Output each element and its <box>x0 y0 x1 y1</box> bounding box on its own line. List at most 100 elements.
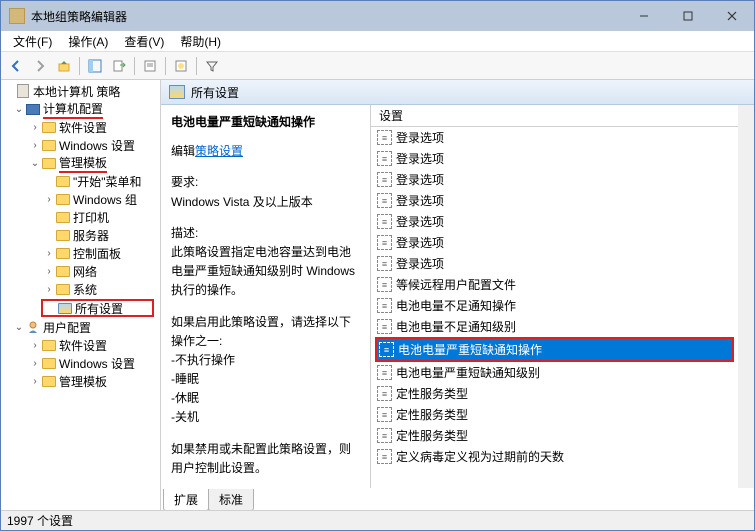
description-pane: 电池电量严重短缺通知操作 编辑策略设置 要求: Windows Vista 及以… <box>161 105 371 488</box>
help-button[interactable] <box>170 55 192 77</box>
menu-action[interactable]: 操作(A) <box>60 31 116 52</box>
expander-icon[interactable]: › <box>43 248 55 259</box>
tree-servers[interactable]: 服务器 <box>1 226 160 244</box>
tab-standard[interactable]: 标准 <box>208 489 254 510</box>
list-item[interactable]: ≡登录选项 <box>371 127 738 148</box>
folder-icon <box>41 373 57 389</box>
up-button[interactable] <box>53 55 75 77</box>
expander-icon[interactable]: › <box>29 358 41 369</box>
tree-network[interactable]: › 网络 <box>1 262 160 280</box>
folder-icon <box>55 245 71 261</box>
tree-computer-config[interactable]: ⌄ 计算机配置 <box>1 100 160 118</box>
menu-help[interactable]: 帮助(H) <box>172 31 229 52</box>
list-item[interactable]: ≡ 登录选项 <box>371 211 738 232</box>
description-label: 描述: <box>171 224 360 243</box>
expander-icon[interactable]: › <box>43 266 55 277</box>
menu-view[interactable]: 查看(V) <box>116 31 172 52</box>
expander-icon[interactable]: › <box>29 122 41 133</box>
expander-icon[interactable]: › <box>43 284 55 295</box>
list-column-header[interactable]: 设置 <box>371 105 738 127</box>
option-3: -休眠 <box>171 389 360 408</box>
policy-icon: ≡ <box>377 256 392 271</box>
list-item[interactable]: ≡电池电量不足通知操作 <box>371 295 738 316</box>
list-item[interactable]: ≡登录选项 <box>371 253 738 274</box>
tree-label: 计算机配置 <box>43 100 103 119</box>
properties-button[interactable] <box>139 55 161 77</box>
list-item[interactable]: ≡登录选项 <box>371 232 738 253</box>
nav-tree[interactable]: 本地计算机 策略 ⌄ 计算机配置 › 软件设置 › Windows 设置 ⌄ 管… <box>1 80 161 510</box>
list-item[interactable]: ≡定性服务类型 <box>371 383 738 404</box>
tree-label: 管理模板 <box>59 154 107 173</box>
menu-file[interactable]: 文件(F) <box>5 31 60 52</box>
tree-label: 本地计算机 策略 <box>33 83 120 100</box>
list-item[interactable]: ≡电池电量严重短缺通知操作 <box>377 339 732 360</box>
tree-windows-comp[interactable]: › Windows 组 <box>1 190 160 208</box>
show-hide-tree-button[interactable] <box>84 55 106 77</box>
list-item[interactable]: ≡登录选项 <box>371 190 738 211</box>
toolbar-separator <box>196 57 197 75</box>
forward-button[interactable] <box>29 55 51 77</box>
tree-control-panel[interactable]: › 控制面板 <box>1 244 160 262</box>
export-button[interactable] <box>108 55 130 77</box>
list-item[interactable]: ≡等候远程用户配置文件 <box>371 274 738 295</box>
tree-software-settings-2[interactable]: › 软件设置 <box>1 336 160 354</box>
close-button[interactable] <box>710 1 754 31</box>
tree-label: Windows 设置 <box>59 355 135 372</box>
policy-icon: ≡ <box>377 214 392 229</box>
list-item-label: 登录选项 <box>396 150 444 167</box>
settings-list-pane: 设置 ≡登录选项≡登录选项≡登录选项≡登录选项≡登录选项≡登录选项≡登录选项≡等… <box>371 105 754 488</box>
filter-button[interactable] <box>201 55 223 77</box>
tree-start-menu[interactable]: "开始"菜单和 <box>1 172 160 190</box>
window-title: 本地组策略编辑器 <box>31 8 622 25</box>
list-item-label: 登录选项 <box>396 171 444 188</box>
expander-icon[interactable]: ⌄ <box>13 104 25 115</box>
folder-icon <box>55 173 71 189</box>
tree-printers[interactable]: 打印机 <box>1 208 160 226</box>
up-folder-icon <box>57 59 71 73</box>
minimize-button[interactable] <box>622 1 666 31</box>
tree-user-config[interactable]: ⌄ 用户配置 <box>1 318 160 336</box>
tree-system[interactable]: › 系统 <box>1 280 160 298</box>
tree-software-settings[interactable]: › 软件设置 <box>1 118 160 136</box>
tree-root[interactable]: 本地计算机 策略 <box>1 82 160 100</box>
book-icon <box>15 83 31 99</box>
expander-icon[interactable]: › <box>29 376 41 387</box>
requirements-text: Windows Vista 及以上版本 <box>171 193 360 212</box>
expander-icon[interactable]: › <box>43 194 55 205</box>
list-item[interactable]: ≡定义病毒定义视为过期前的天数 <box>371 446 738 467</box>
list-item[interactable]: ≡定性服务类型 <box>371 404 738 425</box>
policy-icon: ≡ <box>377 386 392 401</box>
maximize-button[interactable] <box>666 1 710 31</box>
list-item[interactable]: ≡电池电量严重短缺通知级别 <box>371 362 738 383</box>
back-button[interactable] <box>5 55 27 77</box>
tree-all-settings[interactable]: 所有设置 <box>41 299 154 317</box>
toolbar <box>1 52 754 80</box>
tab-extended[interactable]: 扩展 <box>163 489 209 510</box>
expander-icon[interactable]: ⌄ <box>13 322 25 333</box>
list-item-label: 登录选项 <box>396 213 444 230</box>
settings-list[interactable]: ≡登录选项≡登录选项≡登录选项≡登录选项≡登录选项≡登录选项≡登录选项≡等候远程… <box>371 127 738 488</box>
list-item-label: 定性服务类型 <box>396 427 468 444</box>
expander-icon[interactable]: › <box>29 140 41 151</box>
folder-icon <box>55 263 71 279</box>
vertical-scrollbar[interactable] <box>738 105 754 488</box>
status-count: 1997 个设置 <box>7 512 73 529</box>
toolbar-separator <box>165 57 166 75</box>
disable-section: 如果禁用或未配置此策略设置，则用户控制此设置。 <box>171 440 360 478</box>
policy-icon: ≡ <box>377 277 392 292</box>
expander-icon[interactable]: ⌄ <box>29 158 41 169</box>
edit-policy-link[interactable]: 策略设置 <box>195 144 243 158</box>
tree-admin-templates-2[interactable]: › 管理模板 <box>1 372 160 390</box>
highlight-box: ≡电池电量严重短缺通知操作 <box>375 337 734 362</box>
expander-icon[interactable]: › <box>29 340 41 351</box>
tree-windows-settings-2[interactable]: › Windows 设置 <box>1 354 160 372</box>
list-item[interactable]: ≡定性服务类型 <box>371 425 738 446</box>
tree-windows-settings[interactable]: › Windows 设置 <box>1 136 160 154</box>
title-bar: 本地组策略编辑器 <box>1 1 754 31</box>
content-header: 所有设置 <box>161 80 754 105</box>
list-item[interactable]: ≡电池电量不足通知级别 <box>371 316 738 337</box>
tree-admin-templates[interactable]: ⌄ 管理模板 <box>1 154 160 172</box>
policy-icon: ≡ <box>377 298 392 313</box>
list-item[interactable]: ≡登录选项 <box>371 148 738 169</box>
list-item[interactable]: ≡登录选项 <box>371 169 738 190</box>
